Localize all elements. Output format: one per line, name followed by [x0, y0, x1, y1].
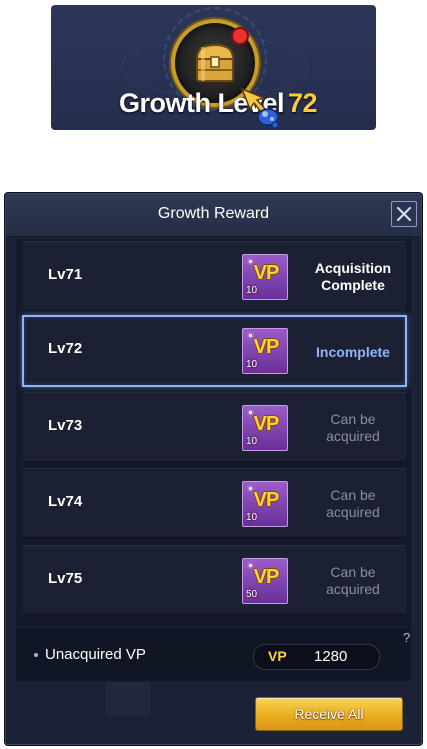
vp-icon-label: VP [253, 262, 280, 284]
reward-row[interactable]: Lv71 VP 10 Acquisition Complete [23, 241, 406, 311]
reward-row[interactable]: Lv75 VP 50 Can be acquired [23, 545, 406, 615]
vp-currency-label: VP [268, 648, 287, 664]
reward-level: Lv71 [48, 266, 83, 283]
bullet-icon [34, 653, 38, 657]
wand-cursor-icon [240, 87, 279, 129]
vp-coupon-icon[interactable]: VP 10 [242, 481, 288, 527]
vp-coupon-icon[interactable]: VP 50 [242, 558, 288, 604]
growth-level-number: 72 [287, 88, 318, 118]
panel-title: Growth Reward [157, 205, 270, 222]
growth-level-title: Growth Level 72 [113, 88, 323, 119]
reward-status: Can be acquired [326, 487, 380, 520]
reward-status: Acquisition Complete [314, 260, 392, 293]
panel-header: Growth Reward [6, 194, 421, 237]
vp-icon-label: VP [253, 566, 280, 588]
vp-coupon-icon[interactable]: VP 10 [242, 405, 288, 451]
reward-row[interactable]: Lv73 VP 10 Can be acquired [23, 392, 406, 462]
receive-all-button[interactable]: Receive All [255, 697, 403, 731]
vp-coupon-icon[interactable]: VP 10 [242, 254, 288, 300]
reward-list[interactable]: Lv71 VP 10 Acquisition Complete Lv72 VP … [16, 239, 411, 627]
growth-level-banner[interactable]: Growth Level 72 [51, 5, 376, 130]
unacquired-vp-counter: VP 1280 [253, 644, 380, 670]
reward-status: Can be acquired [326, 564, 380, 597]
reward-level: Lv74 [48, 493, 83, 510]
unacquired-vp-bar: Unacquired VP VP 1280 ? [16, 628, 411, 681]
reward-level: Lv72 [48, 340, 83, 357]
reward-status: Can be acquired [326, 411, 380, 444]
reward-quantity: 10 [246, 285, 258, 296]
close-button[interactable] [391, 201, 417, 227]
reward-quantity: 50 [246, 589, 258, 600]
vp-icon-label: VP [253, 413, 280, 435]
reward-status: Incomplete [316, 343, 390, 360]
reward-quantity: 10 [246, 436, 258, 447]
reward-quantity: 10 [246, 359, 258, 370]
reward-row[interactable]: Lv72 VP 10 Incomplete [22, 315, 407, 387]
reward-level: Lv73 [48, 417, 83, 434]
background-icon [106, 682, 150, 716]
reward-row[interactable]: Lv74 VP 10 Can be acquired [23, 468, 406, 538]
vp-coupon-icon[interactable]: VP 10 [242, 328, 288, 374]
vp-icon-label: VP [253, 489, 280, 511]
notification-dot-icon [231, 27, 249, 45]
unacquired-vp-label: Unacquired VP [45, 646, 146, 663]
reward-level: Lv75 [48, 570, 83, 587]
reward-quantity: 10 [246, 512, 258, 523]
close-icon [396, 206, 412, 222]
vp-icon-label: VP [253, 336, 280, 358]
unacquired-vp-value: 1280 [314, 648, 348, 665]
help-icon[interactable]: ? [403, 630, 410, 645]
receive-all-label: Receive All [294, 706, 364, 722]
growth-reward-panel: Growth Reward Lv71 VP 10 Acquisition Com… [5, 193, 422, 745]
